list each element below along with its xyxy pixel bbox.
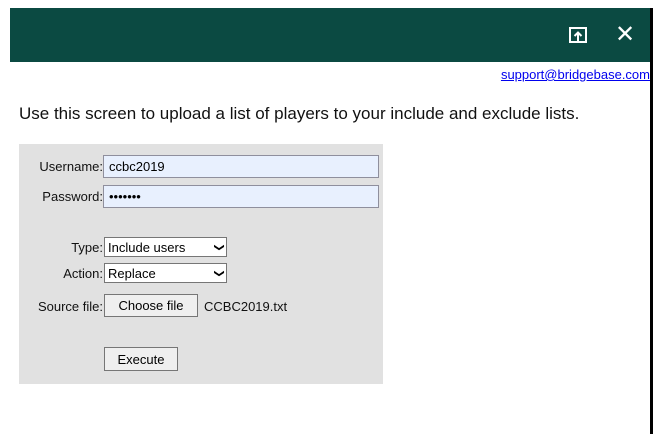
dialog-window: ✕ support@bridgebase.com Use this screen… (10, 8, 653, 434)
selected-file-name: CCBC2019.txt (204, 299, 288, 314)
close-button[interactable]: ✕ (610, 21, 640, 49)
type-select-value: Include users (108, 239, 186, 255)
upload-form-panel: Username: ccbc2019 Password: ••••••• Typ… (19, 144, 383, 384)
chevron-down-icon: ❯ (213, 242, 225, 252)
support-email-link[interactable]: support@bridgebase.com (501, 67, 650, 82)
action-select-value: Replace (108, 265, 156, 281)
password-label: Password: (42, 189, 103, 204)
execute-button[interactable]: Execute (104, 347, 178, 371)
top-strip (0, 0, 662, 8)
intro-text: Use this screen to upload a list of play… (19, 104, 580, 123)
source-file-label: Source file: (37, 299, 103, 314)
type-label: Type: (71, 240, 103, 255)
action-label: Action: (63, 266, 103, 281)
action-select[interactable]: Replace ❯ (104, 263, 227, 283)
password-field[interactable]: ••••••• (103, 185, 379, 208)
popout-button[interactable] (563, 21, 593, 49)
choose-file-button[interactable]: Choose file (104, 294, 198, 317)
username-field[interactable]: ccbc2019 (103, 155, 379, 178)
popout-icon (569, 27, 587, 43)
username-label: Username: (39, 159, 103, 174)
chevron-down-icon: ❯ (213, 268, 225, 278)
title-bar: ✕ (10, 8, 650, 62)
close-icon: ✕ (614, 21, 636, 48)
type-select[interactable]: Include users ❯ (104, 237, 227, 257)
